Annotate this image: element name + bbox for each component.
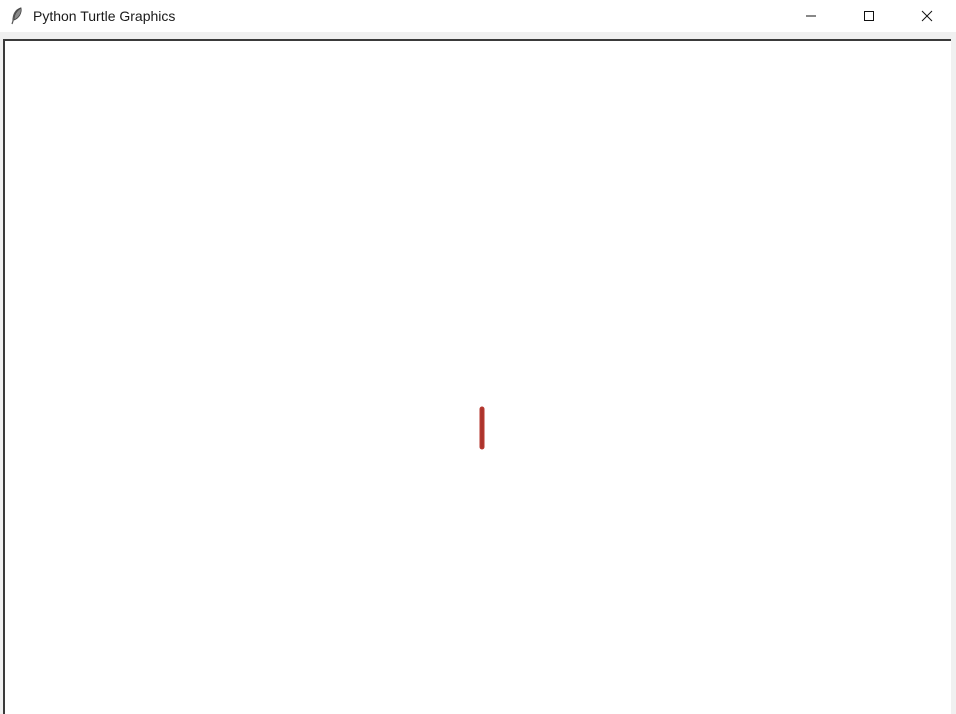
window-title: Python Turtle Graphics: [33, 8, 176, 24]
turtle-window: Python Turtle Graphics: [0, 0, 956, 714]
title-bar[interactable]: Python Turtle Graphics: [0, 0, 956, 32]
close-button[interactable]: [898, 0, 956, 32]
minimize-button[interactable]: [782, 0, 840, 32]
maximize-icon: [863, 10, 875, 22]
close-icon: [921, 10, 933, 22]
canvas-drawing: [479, 406, 485, 450]
feather-icon: [10, 7, 24, 25]
maximize-button[interactable]: [840, 0, 898, 32]
minimize-icon: [805, 10, 817, 22]
window-frame: [0, 32, 956, 714]
turtle-canvas[interactable]: [3, 39, 951, 714]
